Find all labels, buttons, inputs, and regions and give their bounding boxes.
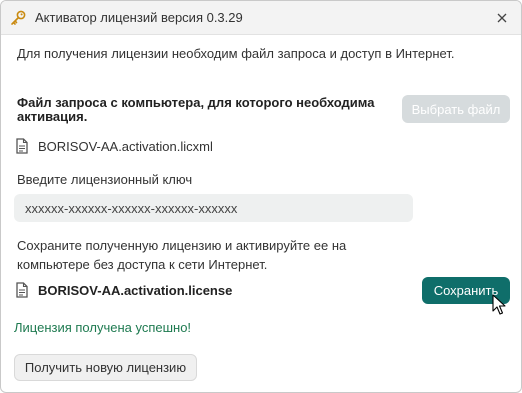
activator-window: Активатор лицензий версия 0.3.29 Для пол… xyxy=(0,0,522,393)
license-key-label: Введите лицензионный ключ xyxy=(17,172,193,187)
save-text-line2: компьютере без доступа к сети Интернет. xyxy=(17,257,268,272)
save-text-line1: Сохраните полученную лицензию и активиру… xyxy=(17,238,347,253)
license-key-input[interactable]: xxxxxx-xxxxxx-xxxxxx-xxxxxx-xxxxxx xyxy=(14,194,413,222)
license-file-name: BORISOV-AA.activation.license xyxy=(38,283,233,298)
mouse-pointer-icon xyxy=(492,294,506,315)
file-icon xyxy=(16,282,28,298)
window-title: Активатор лицензий версия 0.3.29 xyxy=(35,10,243,25)
request-label-line1: Файл запроса с компьютера, для которого … xyxy=(17,95,375,110)
intro-text: Для получения лицензии необходим файл за… xyxy=(17,46,455,61)
file-icon xyxy=(16,138,28,154)
status-message: Лицензия получена успешно! xyxy=(14,320,192,335)
select-file-button[interactable]: Выбрать файл xyxy=(402,95,510,123)
close-icon xyxy=(497,13,507,23)
get-new-license-button[interactable]: Получить новую лицензию xyxy=(14,354,197,381)
request-file-name: BORISOV-AA.activation.licxml xyxy=(38,139,213,154)
title-bar: Активатор лицензий версия 0.3.29 xyxy=(1,1,521,35)
close-button[interactable] xyxy=(491,7,513,29)
key-icon xyxy=(11,10,26,25)
request-label-line2: активация. xyxy=(17,109,88,124)
